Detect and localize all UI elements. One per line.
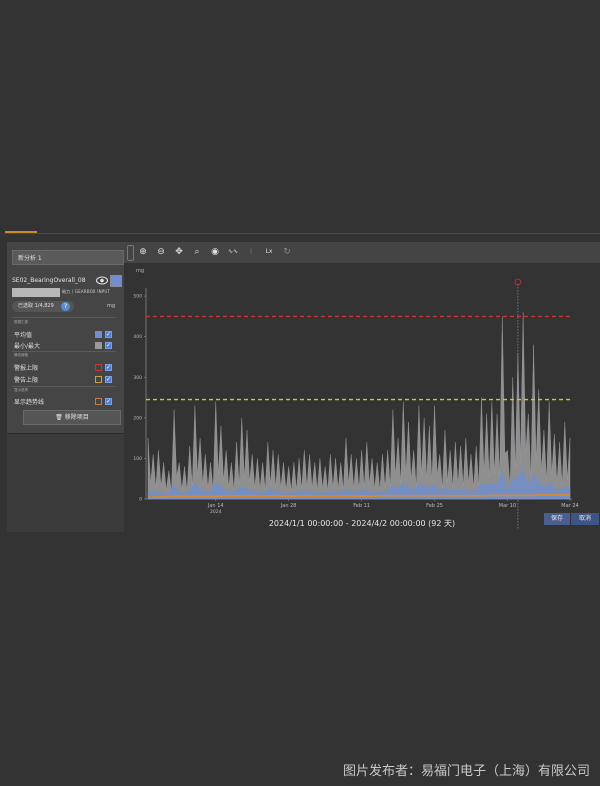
minmax-color-swatch[interactable]	[95, 342, 102, 349]
y-tick-label: 100	[133, 456, 142, 462]
trend-chart[interactable]: mg 500 400 300 200 100 0 Jan 142024 Jan 28 Feb 11…	[124, 263, 600, 532]
sensor-path: 磁力 / GEARBOX INPUT	[62, 289, 111, 294]
info-icon[interactable]: ?	[61, 302, 70, 311]
y-tick-label: 200	[133, 415, 142, 421]
chart-panel: ⊕ ⊖ ✥ ⌕ ◉ ∿∿ ⫶ Lx ↻ mg 500 400 300 200 100 0 Ja…	[124, 242, 600, 532]
x-tick-label: Mar 24	[561, 503, 578, 509]
publisher-credit: 图片发布者：易福门电子（上海）有限公司	[342, 764, 590, 779]
unit-label: mg	[107, 303, 116, 309]
warn-upper-label: 警告上限	[14, 377, 39, 384]
minmax-series	[147, 312, 571, 500]
pan-icon[interactable]: ✥	[172, 245, 186, 259]
warn-checkbox[interactable]: ✓	[105, 376, 112, 383]
divider	[12, 351, 116, 352]
y-tick-label: 0	[139, 497, 142, 503]
x-tick-label: Mar 10	[499, 503, 516, 509]
plot-area[interactable]: mg 500 400 300 200 100 0 Jan 14 2024 Jan 28 Feb 11…	[124, 263, 600, 532]
trend-color-swatch[interactable]	[95, 398, 102, 405]
warn-color-swatch[interactable]	[95, 376, 102, 383]
visibility-eye-icon[interactable]	[96, 276, 108, 285]
alarm-color-swatch[interactable]	[95, 364, 102, 371]
eye-icon[interactable]: ◉	[208, 245, 222, 259]
analysis-name-field[interactable]: 新分析 1	[12, 250, 124, 265]
zoom-in-icon[interactable]: ⊕	[136, 245, 150, 259]
x-tick-label: Feb 25	[426, 503, 443, 509]
series-config-card: 新分析 1 SE02_BearingOverall_08 磁力 / GEARBO…	[7, 242, 124, 434]
analysis-side-panel: 新分析 1 SE02_BearingOverall_08 磁力 / GEARBO…	[7, 242, 124, 532]
zoom-out-icon[interactable]: ⊖	[154, 245, 168, 259]
y-tick-label: 500	[133, 294, 142, 300]
waveform-icon[interactable]: ∿∿	[226, 245, 240, 259]
x-tick-label: Jan 28	[280, 503, 297, 509]
section-title-static: 静态阈值	[14, 353, 28, 357]
trend-checkbox[interactable]: ✓	[105, 398, 112, 405]
x-tick-label: Jan 14	[207, 503, 224, 509]
minmax-checkbox[interactable]: ✓	[105, 342, 112, 349]
sensor-path-bar	[12, 288, 60, 297]
trend-label: 显示趋势线	[14, 399, 45, 406]
chart-toolbar: ⊕ ⊖ ✥ ⌕ ◉ ∿∿ ⫶ Lx ↻	[124, 242, 600, 263]
avg-color-swatch[interactable]	[95, 331, 102, 338]
x-tick-label: Feb 11	[353, 503, 370, 509]
top-divider	[5, 233, 600, 234]
search-icon[interactable]: ⌕	[190, 245, 204, 259]
cancel-button[interactable]: 取消	[571, 513, 599, 525]
y-tick-label: 300	[133, 375, 142, 381]
minmax-label: 最小/最大	[14, 343, 41, 350]
trash-icon: 🗑	[55, 414, 63, 421]
divider	[12, 317, 116, 318]
y-axis-label: mg	[136, 268, 144, 274]
remove-item-button[interactable]: 🗑 移除项目	[23, 410, 121, 425]
alarm-upper-label: 警报上限	[14, 365, 39, 372]
remove-item-label: 移除项目	[64, 414, 89, 421]
section-title-stats: 数据汇报	[14, 320, 28, 324]
x-tick-sublabel: 2024	[210, 509, 222, 515]
alarm-checkbox[interactable]: ✓	[105, 364, 112, 371]
date-range-label: 2024/1/1 00:00:00 - 2024/4/2 00:00:00 (9…	[268, 519, 456, 528]
save-button[interactable]: 保存	[544, 513, 570, 525]
section-title-display: 显示选项	[14, 388, 28, 392]
divider	[12, 386, 116, 387]
lx-icon[interactable]: Lx	[262, 245, 276, 259]
sensor-name: SE02_BearingOverall_08	[12, 277, 86, 284]
series-color-swatch[interactable]	[110, 275, 122, 287]
y-tick-label: 400	[133, 334, 142, 340]
avg-checkbox[interactable]: ✓	[105, 331, 112, 338]
toolbar-drag-handle[interactable]	[127, 245, 134, 261]
spectrum-icon[interactable]: ⫶	[244, 245, 258, 259]
avg-label: 平均值	[14, 332, 33, 339]
refresh-icon[interactable]: ↻	[280, 245, 294, 259]
